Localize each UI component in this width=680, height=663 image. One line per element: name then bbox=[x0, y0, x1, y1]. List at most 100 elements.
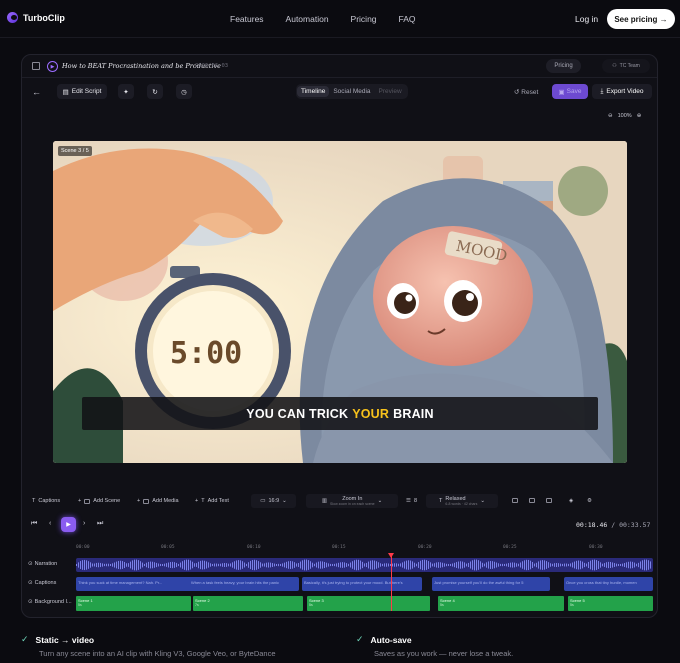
lock-icon[interactable]: ⊙ bbox=[28, 561, 33, 567]
refresh-button[interactable]: ↻ bbox=[147, 84, 163, 99]
waveform-bar bbox=[638, 562, 639, 568]
waveform-bar bbox=[578, 560, 579, 570]
waveform-bar bbox=[232, 562, 233, 568]
waveform-bar bbox=[258, 561, 259, 569]
waveform-bar bbox=[572, 562, 573, 568]
waveform-bar bbox=[104, 563, 105, 567]
waveform-bar bbox=[78, 562, 79, 568]
scene-clip-duration: 5s bbox=[440, 603, 444, 607]
waveform-bar bbox=[82, 560, 83, 570]
waveform-bar bbox=[542, 560, 543, 570]
waveform-bar bbox=[296, 563, 297, 567]
playhead[interactable] bbox=[388, 553, 394, 611]
waveform-bar bbox=[202, 560, 203, 570]
waveform-bar bbox=[598, 561, 599, 569]
caption-clip[interactable]: Think you suck at time management? Nah. … bbox=[76, 577, 199, 591]
team-switcher[interactable]: ⚇ TC Team bbox=[602, 59, 650, 73]
waveform-bar bbox=[594, 559, 595, 571]
image-icon bbox=[546, 498, 552, 503]
video-preview[interactable]: MOOD 5:00 Scene 3 / 5 YOU CAN TRICK YOUR… bbox=[53, 141, 627, 463]
lock-icon[interactable]: ⊙ bbox=[28, 599, 33, 605]
see-pricing-button[interactable]: See pricing → bbox=[607, 9, 675, 29]
layers-button[interactable]: ◈ bbox=[569, 498, 573, 504]
pricing-pill-button[interactable]: Pricing bbox=[546, 59, 581, 73]
waveform-bar bbox=[650, 561, 651, 569]
scene-indicator: Scene 3 / 5 bbox=[58, 146, 92, 156]
add-media-button[interactable]: + Add Media bbox=[137, 498, 179, 504]
waveform-bar bbox=[356, 559, 357, 571]
editor-toolbar: ← ▤ Edit Script ✦ ↻ ◷ Timeline Social Me… bbox=[22, 80, 657, 104]
feature-static-video: ✓ Static → video Turn any scene into an … bbox=[21, 634, 276, 658]
waveform-graphic bbox=[76, 559, 651, 571]
nav-link-features[interactable]: Features bbox=[230, 14, 264, 24]
waveform-bar bbox=[292, 561, 293, 569]
waveform-bar bbox=[346, 563, 347, 567]
waveform-bar bbox=[360, 560, 361, 570]
nav-link-pricing[interactable]: Pricing bbox=[351, 14, 377, 24]
scene-clip[interactable]: Scene 5 5s bbox=[568, 596, 653, 611]
lock-icon[interactable]: ⊙ bbox=[28, 580, 33, 586]
caption-clip[interactable]: Once you cross that tiny hurdle, momen bbox=[564, 577, 653, 591]
zoom-in-icon[interactable]: ⊕ bbox=[637, 113, 642, 119]
image-tool-3[interactable] bbox=[546, 498, 552, 503]
scene-clip[interactable]: Scene 1 5s bbox=[76, 596, 191, 611]
login-link[interactable]: Log in bbox=[575, 14, 598, 24]
scene-clip[interactable]: Scene 4 5s bbox=[438, 596, 564, 611]
skip-start-icon[interactable]: ⏮ bbox=[31, 520, 37, 528]
tab-timeline[interactable]: Timeline bbox=[297, 86, 330, 97]
magic-wand-button[interactable]: ✦ bbox=[118, 84, 134, 99]
save-button[interactable]: ▣ Save bbox=[552, 84, 588, 99]
add-scene-button[interactable]: + Add Scene bbox=[78, 498, 120, 504]
motion-effect-select[interactable]: ▥ Zoom In Slow zoom in on each scene ⌄ bbox=[306, 494, 398, 508]
zoom-out-icon[interactable]: ⊖ bbox=[608, 113, 613, 119]
waveform-bar bbox=[528, 559, 529, 571]
waveform-bar bbox=[408, 560, 409, 570]
settings-button[interactable]: ⚙ bbox=[587, 498, 592, 504]
narration-waveform[interactable] bbox=[76, 558, 653, 572]
waveform-bar bbox=[240, 560, 241, 570]
waveform-bar bbox=[110, 563, 111, 567]
text-icon: T bbox=[32, 498, 36, 504]
add-text-button[interactable]: + T Add Text bbox=[195, 498, 229, 504]
reset-button[interactable]: ↺ Reset bbox=[514, 88, 538, 96]
waveform-bar bbox=[398, 563, 399, 567]
play-button[interactable]: ▶ bbox=[61, 517, 76, 532]
brand-logo[interactable]: TurboClip bbox=[7, 12, 65, 23]
timeline-ruler[interactable]: 00:00 00:05 00:10 00:15 00:20 00:25 00:3… bbox=[76, 543, 653, 553]
sidebar-toggle-icon[interactable] bbox=[32, 62, 40, 70]
waveform-bar bbox=[570, 563, 571, 567]
next-icon[interactable]: › bbox=[83, 520, 85, 527]
waveform-bar bbox=[548, 562, 549, 568]
nav-link-faq[interactable]: FAQ bbox=[399, 14, 416, 24]
edit-script-button[interactable]: ▤ Edit Script bbox=[57, 84, 107, 99]
caption-clip[interactable]: When a task feels heavy, your brain hits… bbox=[189, 577, 299, 591]
plus-icon: + bbox=[137, 498, 141, 504]
image-tool-2[interactable] bbox=[529, 498, 535, 503]
scene-clip[interactable]: Scene 2 7s bbox=[193, 596, 303, 611]
image-tool-1[interactable] bbox=[512, 498, 518, 503]
waveform-bar bbox=[486, 562, 487, 568]
previous-icon[interactable]: ‹ bbox=[49, 520, 51, 527]
scene-clip[interactable]: Scene 3 5s bbox=[307, 596, 430, 611]
image-icon bbox=[529, 498, 535, 503]
nav-link-automation[interactable]: Automation bbox=[286, 14, 329, 24]
aspect-ratio-select[interactable]: ▭ 16:9 ⌄ bbox=[251, 494, 296, 508]
waveform-bar bbox=[174, 562, 175, 568]
add-text-label: Add Text bbox=[207, 498, 229, 504]
waveform-bar bbox=[118, 560, 119, 570]
total-time: 00:33.57 bbox=[619, 521, 651, 529]
tab-preview[interactable]: Preview bbox=[375, 86, 406, 97]
history-button[interactable]: ◷ bbox=[176, 84, 192, 99]
tab-social-media[interactable]: Social Media bbox=[329, 86, 374, 97]
back-arrow-icon[interactable]: ← bbox=[32, 87, 41, 97]
caption-pace-select[interactable]: T Relaxed 6-8 words · 42 chars ⌄ bbox=[426, 494, 498, 508]
caption-clip[interactable]: Just promise yourself you'll do the awfu… bbox=[432, 577, 550, 591]
words-per-caption[interactable]: ☰ 8 bbox=[406, 498, 417, 504]
waveform-bar bbox=[384, 563, 385, 567]
captions-tool[interactable]: T Captions bbox=[32, 498, 60, 504]
skip-end-icon[interactable]: ⏭ bbox=[97, 520, 103, 528]
caption-clip[interactable]: Basically, it's just trying to protect y… bbox=[302, 577, 422, 591]
waveform-bar bbox=[216, 563, 217, 567]
caption-overlay[interactable]: YOU CAN TRICK YOUR BRAIN bbox=[82, 397, 598, 430]
export-video-button[interactable]: ⤓ Export Video bbox=[592, 84, 652, 99]
